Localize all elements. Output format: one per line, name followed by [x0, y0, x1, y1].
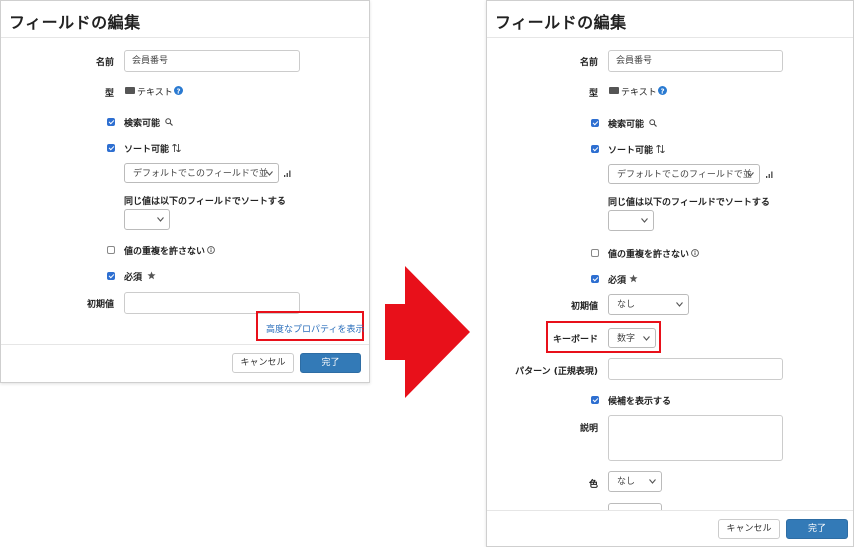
color-label: 色 — [588, 480, 598, 490]
name-label: 名前 — [95, 58, 114, 68]
sort-default-value: デフォルトでこのフィールドで並 — [617, 170, 752, 180]
info-circle-icon — [691, 249, 699, 257]
done-button[interactable]: 完了 — [786, 519, 848, 539]
searchable-label: 検索可能 — [124, 119, 161, 129]
color-selected: なし — [617, 477, 636, 487]
svg-text:?: ? — [660, 87, 664, 95]
header-divider — [487, 37, 853, 38]
sort-arrows-icon — [172, 144, 181, 152]
keyboard-label: キーボード — [552, 335, 598, 345]
name-label: 名前 — [579, 58, 598, 68]
keyboard-selected: 数字 — [617, 334, 636, 344]
search-icon — [165, 118, 173, 126]
same-value-sort-label: 同じ値は以下のフィールドでソートする — [608, 198, 770, 208]
show-candidates-label: 候補を表示する — [608, 397, 672, 407]
chevron-down-icon — [266, 171, 273, 176]
name-input[interactable]: 会員番号 — [124, 50, 300, 72]
type-label: 型 — [588, 89, 598, 99]
sort-default-select[interactable]: デフォルトでこのフィールドで並 — [608, 164, 760, 184]
initial-value-select[interactable]: なし — [608, 294, 689, 315]
type-label: 型 — [104, 89, 114, 99]
cancel-button[interactable]: キャンセル — [232, 353, 294, 373]
searchable-checkbox[interactable] — [591, 119, 599, 127]
question-circle-icon[interactable]: ? — [658, 86, 667, 95]
color-select[interactable]: なし — [608, 471, 662, 492]
initial-value-label: 初期値 — [570, 302, 598, 312]
unique-label: 値の重複を許さない — [608, 250, 690, 260]
right-arrow-icon — [385, 266, 470, 398]
star-icon — [147, 271, 156, 280]
sortable-label: ソート可能 — [608, 146, 654, 156]
chevron-down-icon — [649, 479, 656, 484]
chevron-down-icon — [747, 172, 754, 177]
initial-value-selected: なし — [617, 300, 636, 310]
search-icon — [649, 119, 657, 127]
bar-chart-icon — [284, 170, 291, 177]
secondary-sort-select[interactable] — [124, 209, 170, 230]
edit-field-dialog-after: フィールドの編集 名前 会員番号 型 テキスト ? 検索可能 ソート可能 デフォ… — [486, 0, 854, 547]
unique-checkbox[interactable] — [591, 249, 599, 257]
text-field-icon — [609, 87, 619, 94]
chevron-down-icon — [643, 336, 650, 341]
sort-default-value: デフォルトでこのフィールドで並 — [133, 169, 268, 179]
initial-value-label: 初期値 — [86, 300, 114, 310]
dialog-title: フィールドの編集 — [495, 13, 627, 32]
required-checkbox[interactable] — [591, 275, 599, 283]
info-circle-icon — [207, 246, 215, 254]
chevron-down-icon — [641, 218, 648, 223]
sortable-checkbox[interactable] — [107, 144, 115, 152]
bar-chart-icon — [766, 171, 773, 178]
required-label: 必須 — [608, 276, 627, 286]
searchable-checkbox[interactable] — [107, 118, 115, 126]
description-textarea[interactable] — [608, 415, 783, 461]
star-icon — [629, 274, 638, 283]
sort-arrows-icon — [656, 145, 665, 153]
text-field-icon — [125, 87, 135, 94]
cancel-button[interactable]: キャンセル — [718, 519, 780, 539]
unique-label: 値の重複を許さない — [124, 247, 206, 257]
same-value-sort-label: 同じ値は以下のフィールドでソートする — [124, 197, 286, 207]
required-checkbox[interactable] — [107, 272, 115, 280]
name-input[interactable]: 会員番号 — [608, 50, 783, 72]
sortable-label: ソート可能 — [124, 145, 170, 155]
pattern-input[interactable] — [608, 358, 783, 380]
chevron-down-icon — [676, 302, 683, 307]
unique-checkbox[interactable] — [107, 246, 115, 254]
show-advanced-properties-link[interactable]: 高度なプロパティを表示 — [266, 322, 364, 335]
svg-text:?: ? — [176, 87, 180, 95]
sort-default-select[interactable]: デフォルトでこのフィールドで並 — [124, 163, 279, 183]
secondary-sort-select[interactable] — [608, 210, 654, 231]
type-value: テキスト — [137, 88, 173, 98]
sortable-checkbox[interactable] — [591, 145, 599, 153]
dialog-title: フィールドの編集 — [9, 13, 141, 32]
required-label: 必須 — [124, 273, 143, 283]
edit-field-dialog-before: フィールドの編集 名前 会員番号 型 テキスト ? 検索可能 ソート可能 デフォ… — [0, 0, 370, 383]
question-circle-icon[interactable]: ? — [174, 86, 183, 95]
chevron-down-icon — [157, 217, 164, 222]
type-value: テキスト — [621, 88, 657, 98]
keyboard-select[interactable]: 数字 — [608, 328, 656, 348]
searchable-label: 検索可能 — [608, 120, 645, 130]
description-label: 説明 — [579, 424, 598, 434]
show-candidates-checkbox[interactable] — [591, 396, 599, 404]
footer-divider — [1, 344, 369, 345]
header-divider — [1, 37, 369, 38]
pattern-label: パターン (正規表現) — [515, 367, 598, 377]
done-button[interactable]: 完了 — [300, 353, 361, 373]
